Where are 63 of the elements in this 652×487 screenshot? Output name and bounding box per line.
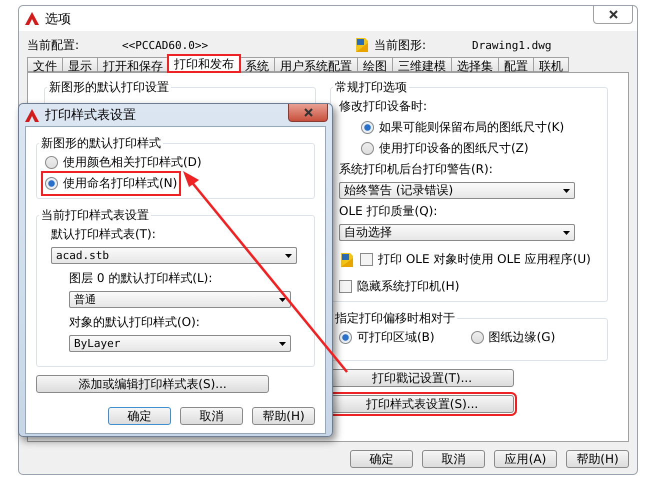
caret-icon xyxy=(279,342,286,346)
field-label: 修改打印设备时: xyxy=(339,98,428,115)
close-button[interactable] xyxy=(593,6,633,24)
edit-styles-button[interactable]: 添加或编辑打印样式表(S)... xyxy=(36,375,269,393)
group-title: 新图形的默认打印设置 xyxy=(48,79,170,96)
dialog-button[interactable]: 确定 xyxy=(350,450,413,468)
checkbox-option[interactable]: 打印 OLE 对象时使用 OLE 应用程序(U) xyxy=(360,251,591,268)
tab[interactable]: 打开和保存 xyxy=(97,57,169,72)
settings-button[interactable]: 打印戳记设置(T)... xyxy=(330,369,514,387)
dialog-title: 打印样式表设置 xyxy=(45,107,137,124)
radio-option[interactable]: 图纸边缘(G) xyxy=(470,329,556,346)
tab[interactable]: 选择集 xyxy=(451,57,499,72)
field-label: 对象的默认打印样式(O): xyxy=(69,314,201,331)
drawing-value: Drawing1.dwg xyxy=(472,38,552,52)
drawing-icon xyxy=(339,252,355,268)
field-label: 默认打印样式表(T): xyxy=(51,226,157,243)
dialog-button[interactable]: 取消 xyxy=(422,450,485,468)
tab[interactable]: 打印和发布 xyxy=(168,55,240,72)
group-title: 当前打印样式表设置 xyxy=(40,207,150,224)
drawing-icon xyxy=(354,37,370,53)
style-dropdown[interactable]: acad.stb xyxy=(51,247,297,264)
dialog-button[interactable]: 应用(A) xyxy=(494,450,557,468)
profile-label: 当前配置: xyxy=(27,36,80,54)
dialog-button[interactable]: 确定 xyxy=(108,407,171,425)
field-label: 图层 0 的默认打印样式(L): xyxy=(69,270,214,287)
radio-option[interactable]: 使用颜色相关打印样式(D) xyxy=(45,154,202,171)
close-icon xyxy=(608,10,618,19)
group-title: 指定打印偏移时相对于 xyxy=(334,310,456,327)
radio-option[interactable]: 可打印区域(B) xyxy=(339,329,435,346)
close-button[interactable] xyxy=(288,104,328,122)
style-dropdown[interactable]: ByLayer xyxy=(69,335,291,352)
app-logo-icon xyxy=(25,12,39,25)
caret-icon xyxy=(279,298,286,302)
profile-value: <<PCCAD60.0>> xyxy=(122,38,210,52)
group-title: 常规打印选项 xyxy=(334,79,408,96)
field-label: OLE 打印质量(Q): xyxy=(339,203,438,220)
dialog-button[interactable]: 帮助(H) xyxy=(252,407,315,425)
drawing-label: 当前图形: xyxy=(374,36,428,54)
tab[interactable]: 绘图 xyxy=(357,57,393,72)
tab[interactable]: 文件 xyxy=(27,57,63,72)
close-icon xyxy=(304,108,312,117)
caret-icon xyxy=(563,188,570,192)
tab[interactable]: 三维建模 xyxy=(392,57,452,72)
tab[interactable]: 系统 xyxy=(239,57,275,72)
ole-quality-dropdown[interactable]: 自动选择 xyxy=(339,224,575,241)
group-title: 新图形的默认打印样式 xyxy=(40,135,162,152)
window-title: 选项 xyxy=(45,10,72,28)
app-logo-icon xyxy=(25,108,39,122)
caret-icon xyxy=(285,254,292,258)
radio-option[interactable]: 使用打印设备的图纸尺寸(Z) xyxy=(361,140,529,157)
spool-warning-dropdown[interactable]: 始终警告 (记录错误) xyxy=(339,182,575,199)
dialog-button[interactable]: 帮助(H) xyxy=(566,450,629,468)
tab[interactable]: 配置 xyxy=(498,57,534,72)
tab[interactable]: 联机 xyxy=(533,57,569,72)
checkbox-option[interactable]: 隐藏系统打印机(H) xyxy=(339,278,460,295)
caret-icon xyxy=(563,230,570,234)
dialog-button[interactable]: 取消 xyxy=(180,407,243,425)
tab[interactable]: 用户系统配置 xyxy=(274,57,358,72)
style-dropdown[interactable]: 普通 xyxy=(69,291,291,308)
field-label: 系统打印机后台打印警告(R): xyxy=(339,161,494,178)
tab[interactable]: 显示 xyxy=(62,57,98,72)
settings-button[interactable]: 打印样式表设置(S)... xyxy=(330,395,514,413)
radio-option[interactable]: 如果可能则保留布局的图纸尺寸(K) xyxy=(361,119,564,136)
